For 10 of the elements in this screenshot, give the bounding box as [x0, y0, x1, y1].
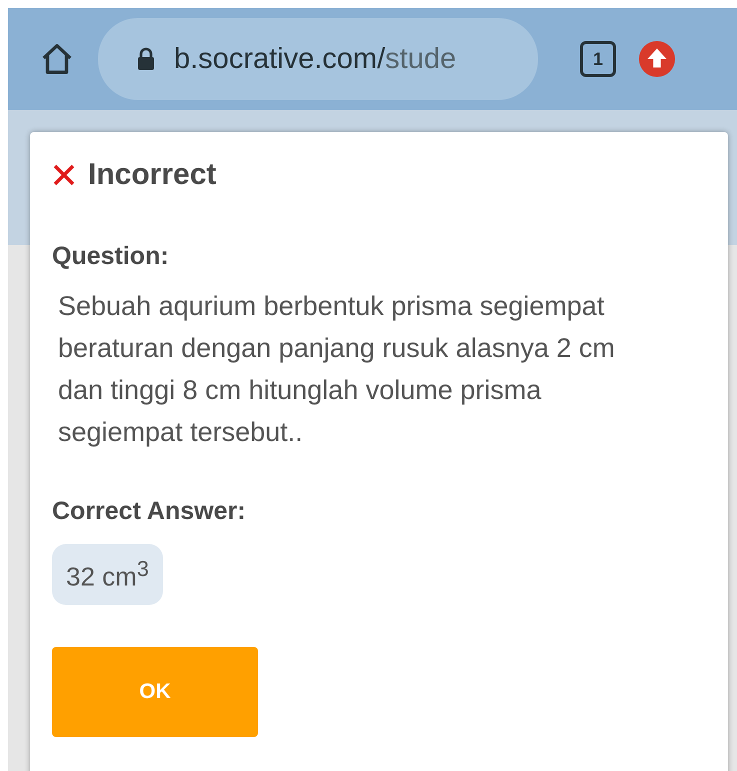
question-label: Question:	[52, 242, 170, 271]
update-icon[interactable]	[638, 40, 676, 78]
result-title: Incorrect	[88, 158, 216, 192]
address-bar[interactable]: b.socrative.com/stude	[98, 18, 538, 100]
lock-icon	[136, 47, 156, 71]
tab-count[interactable]: 1	[580, 41, 616, 77]
url-text: b.socrative.com/stude	[174, 42, 456, 76]
answer-chip: 32 cm$^{3}$	[52, 544, 163, 605]
answer-label: Correct Answer:	[52, 497, 247, 526]
question-text: Sebuah aqurium berbentuk prisma segiempat beraturan dengan panjang rusuk alasnya 2 cm dan tinggi 8 cm hitunglah volume prisma segiempat tersebut..	[57, 290, 616, 449]
